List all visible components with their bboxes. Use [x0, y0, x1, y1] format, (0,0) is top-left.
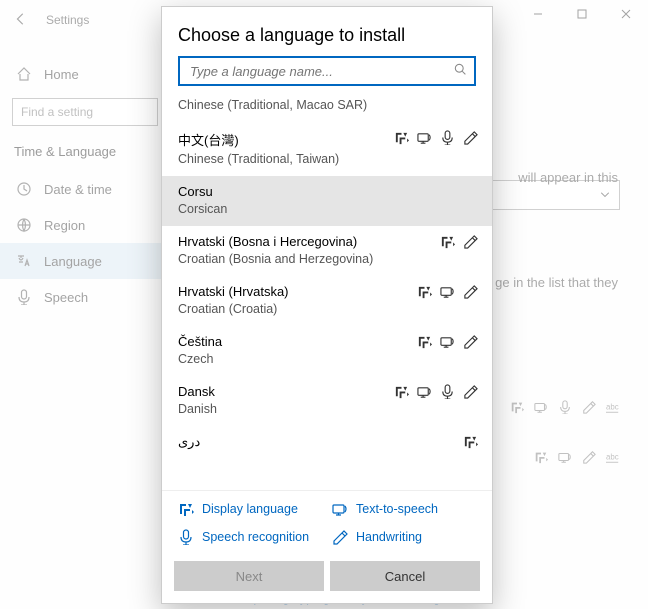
minimize-button[interactable]	[516, 0, 560, 28]
display-icon	[417, 334, 432, 349]
display-icon	[394, 384, 409, 399]
clock-icon	[16, 181, 32, 197]
nav-speech[interactable]: Speech	[12, 279, 158, 315]
display-icon	[510, 400, 524, 414]
language-item[interactable]: Chinese (Traditional, Macao SAR)	[162, 94, 492, 122]
language-features	[394, 130, 478, 145]
handwriting-icon	[582, 400, 596, 414]
language-english-name: Chinese (Traditional, Macao SAR)	[178, 98, 476, 112]
mic-icon	[178, 529, 194, 545]
nav-region[interactable]: Region	[12, 207, 158, 243]
display-icon	[417, 284, 432, 299]
cancel-button[interactable]: Cancel	[330, 561, 480, 591]
display-icon	[440, 234, 455, 249]
language-features	[463, 434, 478, 449]
display-icon	[178, 501, 194, 517]
handwriting-icon	[463, 234, 478, 249]
language-item[interactable]: Hrvatski (Bosna i Hercegovina) Croatian (…	[162, 226, 492, 276]
handwriting-icon	[463, 334, 478, 349]
display-icon	[394, 130, 409, 145]
language-icon	[16, 253, 32, 269]
language-english-name: Czech	[178, 352, 476, 366]
tts-icon	[558, 450, 572, 464]
tts-icon	[417, 384, 432, 399]
language-native-name: Corsu	[178, 184, 476, 199]
language-features	[417, 284, 478, 299]
language-english-name: Corsican	[178, 202, 476, 216]
feature-legend: Display language Text-to-speech Speech r…	[162, 490, 492, 555]
nav-date-time[interactable]: Date & time	[12, 171, 158, 207]
home-icon	[16, 66, 32, 82]
tts-icon	[534, 400, 548, 414]
nav-home-label: Home	[44, 67, 79, 82]
dialog-title: Choose a language to install	[162, 7, 492, 56]
language-item[interactable]: درى	[162, 426, 492, 463]
language-features	[417, 334, 478, 349]
maximize-button[interactable]	[560, 0, 604, 28]
language-item[interactable]: 中文(台灣)Chinese (Traditional, Taiwan)	[162, 122, 492, 176]
language-features	[394, 384, 478, 399]
tts-icon	[440, 334, 455, 349]
legend-speech: Speech recognition	[178, 529, 322, 545]
language-list[interactable]: Chinese (Traditional, Macao SAR) 中文(台灣)Ch…	[162, 94, 492, 490]
handwriting-icon	[332, 529, 348, 545]
sidebar-search-input[interactable]	[12, 98, 158, 126]
close-button[interactable]	[604, 0, 648, 28]
install-language-dialog: Choose a language to install Chinese (Tr…	[161, 6, 493, 604]
language-native-name: درى	[178, 434, 476, 450]
display-icon	[463, 434, 478, 449]
legend-hand: Handwriting	[332, 529, 476, 545]
nav-label: Speech	[44, 290, 88, 305]
handwriting-icon	[463, 130, 478, 145]
globe-icon	[16, 217, 32, 233]
title-bar: Settings	[0, 0, 89, 40]
language-item[interactable]: DanskDanish	[162, 376, 492, 426]
language-native-name: Hrvatski (Bosna i Hercegovina)	[178, 234, 476, 249]
language-item[interactable]: ČeštinaCzech	[162, 326, 492, 376]
tts-icon	[332, 501, 348, 517]
window-title: Settings	[46, 13, 89, 27]
mic-icon	[16, 289, 32, 305]
tts-icon	[440, 284, 455, 299]
mic-icon	[440, 384, 455, 399]
language-item[interactable]: Hrvatski (Hrvatska)Croatian (Croatia)	[162, 276, 492, 326]
nav-language[interactable]: Language	[0, 243, 170, 279]
nav-label: Date & time	[44, 182, 112, 197]
nav-label: Region	[44, 218, 85, 233]
language-search-input[interactable]	[178, 56, 476, 86]
handwriting-icon	[463, 284, 478, 299]
language-english-name: Croatian (Croatia)	[178, 302, 476, 316]
language-features	[440, 234, 478, 249]
legend-tts: Text-to-speech	[332, 501, 476, 517]
tts-icon	[417, 130, 432, 145]
nav-home[interactable]: Home	[12, 56, 158, 92]
sidebar-section-label: Time & Language	[14, 144, 158, 159]
language-english-name: Croatian (Bosnia and Herzegovina)	[178, 252, 476, 266]
language-item[interactable]: Corsu Corsican	[162, 176, 492, 226]
abc-icon	[606, 400, 620, 414]
legend-display: Display language	[178, 501, 322, 517]
mic-icon	[440, 130, 455, 145]
next-button[interactable]: Next	[174, 561, 324, 591]
language-english-name: Danish	[178, 402, 476, 416]
language-english-name: Chinese (Traditional, Taiwan)	[178, 152, 476, 166]
handwriting-icon	[463, 384, 478, 399]
mic-icon	[558, 400, 572, 414]
display-icon	[534, 450, 548, 464]
handwriting-icon	[582, 450, 596, 464]
search-icon	[454, 63, 468, 77]
back-icon[interactable]	[14, 12, 28, 29]
abc-icon	[606, 450, 620, 464]
nav-label: Language	[44, 254, 102, 269]
sidebar-search[interactable]	[12, 98, 158, 126]
